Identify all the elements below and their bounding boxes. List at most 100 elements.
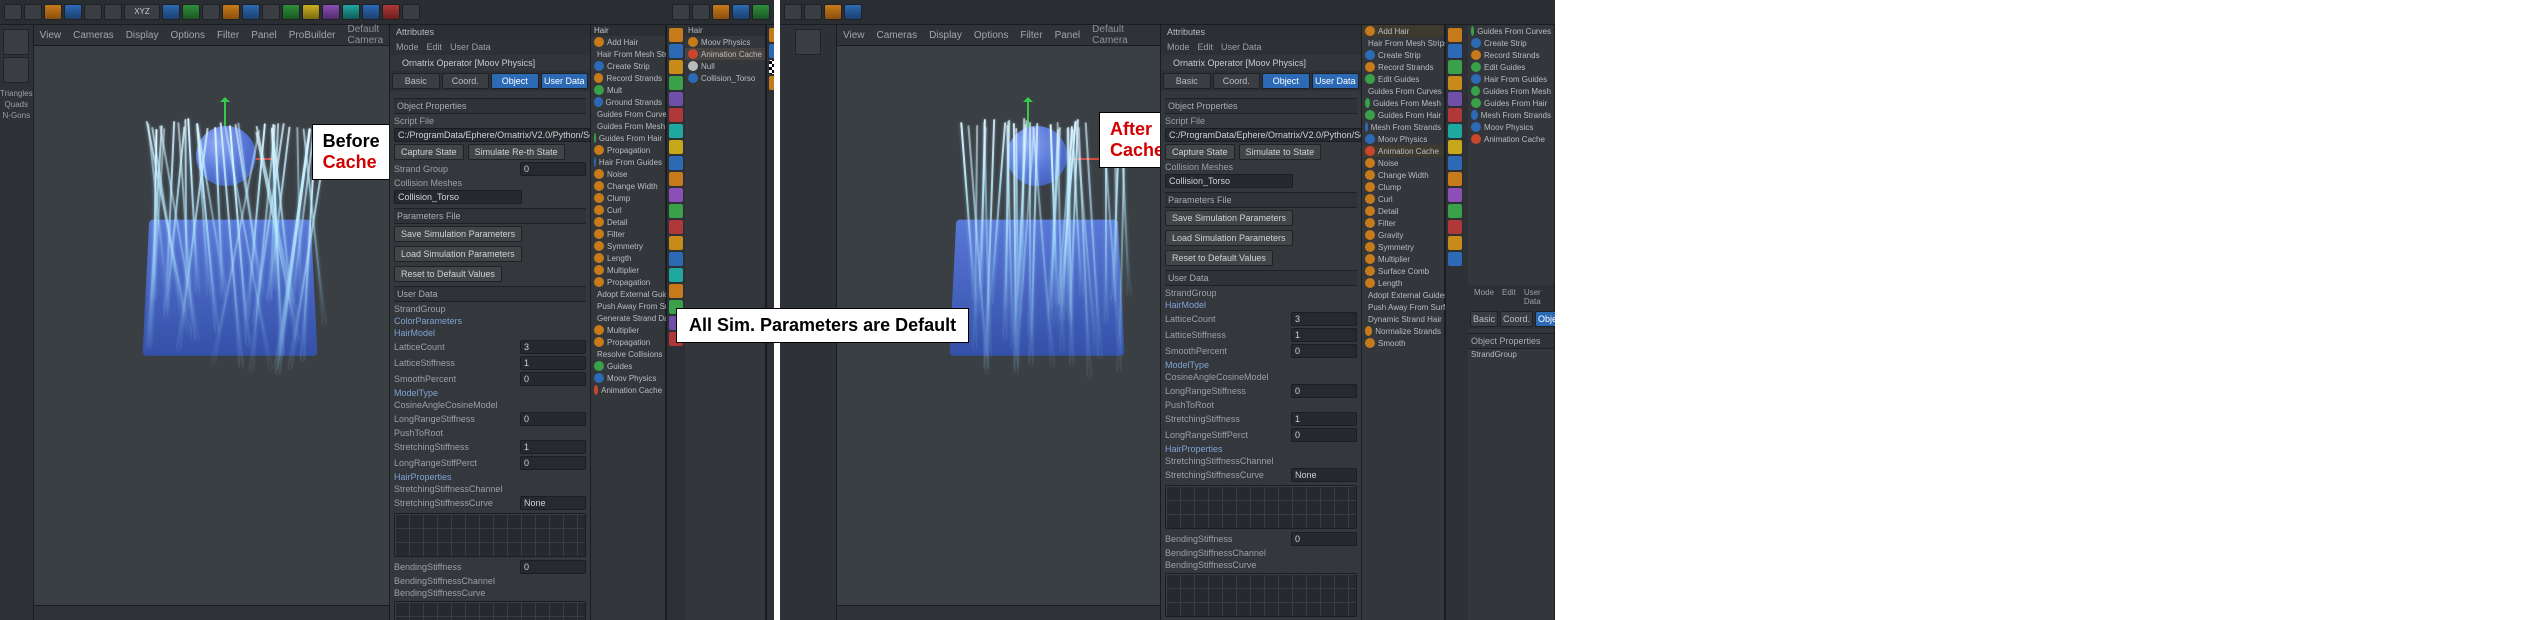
palette-icon[interactable] [669, 284, 683, 298]
xyz-icon[interactable]: XYZ [124, 4, 160, 20]
vp-menu-view[interactable]: View [40, 30, 62, 41]
palette-icon[interactable] [1448, 252, 1462, 266]
palette-icon[interactable] [1448, 60, 1462, 74]
palette-icon[interactable] [1448, 76, 1462, 90]
palette-icon[interactable] [769, 28, 774, 42]
field-select[interactable]: None [520, 496, 586, 510]
palette-icon[interactable] [669, 156, 683, 170]
field-input[interactable]: 0 [1291, 532, 1357, 546]
scene-item[interactable]: Animation Cache [1484, 135, 1545, 144]
curve-editor[interactable] [394, 601, 586, 620]
tree-item[interactable]: Guides From Curves [597, 110, 671, 119]
scene-item[interactable]: Edit Guides [1484, 63, 1525, 72]
tab-coord[interactable]: Coord. [442, 73, 490, 89]
palette-icon[interactable] [669, 220, 683, 234]
tree-item[interactable]: Detail [607, 218, 627, 227]
palette-icon[interactable] [1448, 220, 1462, 234]
palette-icon[interactable] [669, 92, 683, 106]
field-input[interactable]: 3 [1291, 312, 1357, 326]
vp-menu-options[interactable]: Options [974, 30, 1008, 41]
tree-item[interactable]: Change Width [607, 182, 658, 191]
layout-icon[interactable] [732, 4, 750, 20]
layer-item[interactable]: Multiplier [1378, 255, 1410, 264]
palette-icon[interactable] [669, 268, 683, 282]
tree-item[interactable]: Symmetry [607, 242, 643, 251]
vp-menu-panel[interactable]: Panel [1055, 30, 1081, 41]
palette-icon[interactable] [1448, 28, 1462, 42]
scene-item[interactable]: Mesh From Strands [1481, 111, 1551, 120]
palette-icon[interactable] [669, 28, 683, 42]
load-params-button[interactable]: Load Simulation Parameters [394, 246, 522, 262]
layer-item[interactable]: Hair From Mesh Strips [1368, 39, 1448, 48]
tree-item[interactable]: Moov Physics [607, 374, 656, 383]
scene-item[interactable]: Hair [688, 26, 703, 35]
tree-item[interactable]: Guides From Mesh [597, 122, 665, 131]
field-input[interactable]: 0 [520, 412, 586, 426]
layout-icon[interactable] [752, 4, 770, 20]
selection-tool[interactable] [795, 29, 821, 55]
tool-icon[interactable] [302, 4, 320, 20]
tree-item[interactable]: Length [607, 254, 631, 263]
layer-item[interactable]: Record Strands [1378, 63, 1434, 72]
layer-item[interactable]: Add Hair [1378, 27, 1409, 36]
tree-item[interactable]: Hair From Guides [599, 158, 662, 167]
palette-icon[interactable] [1448, 156, 1462, 170]
tool-icon[interactable] [44, 4, 62, 20]
viewport-3d[interactable]: Before Cache [34, 46, 389, 605]
attr-menu-edit[interactable]: Edit [1502, 288, 1516, 306]
palette-icon[interactable] [669, 76, 683, 90]
tree-item[interactable]: Resolve Collisions [597, 350, 662, 359]
tool-icon[interactable] [84, 4, 102, 20]
tool-icon[interactable] [322, 4, 340, 20]
script-file-input[interactable]: C:/ProgramData/Ephere/Ornatrix/V2.0/Pyth… [394, 128, 590, 142]
tab-basic[interactable]: Basic [1163, 73, 1211, 89]
scene-item[interactable]: Moov Physics [1484, 123, 1533, 132]
tool-icon[interactable] [262, 4, 280, 20]
tab-userdata[interactable]: User Data [1312, 73, 1360, 89]
vp-menu-filter[interactable]: Filter [217, 30, 239, 41]
tree-item[interactable]: Guides From Hair [599, 134, 662, 143]
palette-icon[interactable] [1448, 172, 1462, 186]
tab-coord[interactable]: Coord. [1213, 73, 1261, 89]
tree-item[interactable]: Generate Strand Data [597, 314, 675, 323]
palette-icon[interactable] [669, 108, 683, 122]
tree-item[interactable]: Propagation [607, 338, 650, 347]
palette-icon[interactable] [1448, 108, 1462, 122]
tree-item[interactable]: Filter [607, 230, 625, 239]
scene-item[interactable]: Create Strip [1484, 39, 1527, 48]
tree-item[interactable]: Noise [607, 170, 627, 179]
attr-menu-mode[interactable]: Mode [396, 42, 419, 52]
palette-icon[interactable] [669, 204, 683, 218]
palette-icon[interactable] [769, 76, 774, 90]
vp-menu-panel[interactable]: Panel [251, 30, 277, 41]
tab-object[interactable]: Object [491, 73, 539, 89]
tool-icon[interactable] [282, 4, 300, 20]
layer-item[interactable]: Change Width [1378, 171, 1429, 180]
tool-icon[interactable] [64, 4, 82, 20]
layer-item[interactable]: Detail [1378, 207, 1398, 216]
layer-item[interactable]: Normalize Strands [1375, 327, 1441, 336]
field-input[interactable]: 1 [1291, 412, 1357, 426]
tool-icon[interactable] [242, 4, 260, 20]
attr-menu-mode[interactable]: Mode [1474, 288, 1494, 306]
palette-icon[interactable] [669, 44, 683, 58]
script-file-input[interactable]: C:/ProgramData/Ephere/Ornatrix/V2.0/Pyth… [1165, 128, 1361, 142]
attr-menu-userdata[interactable]: User Data [450, 42, 491, 52]
tree-item[interactable]: Hair From Mesh Strips [597, 50, 677, 59]
scene-item[interactable]: Collision_Torso [701, 74, 755, 83]
tool-icon[interactable] [402, 4, 420, 20]
attr-menu-edit[interactable]: Edit [427, 42, 443, 52]
tree-item[interactable]: Multiplier [607, 326, 639, 335]
strand-group-input[interactable]: 0 [520, 162, 586, 176]
layout-icon[interactable] [692, 4, 710, 20]
field-input[interactable]: 1 [520, 356, 586, 370]
load-params-button[interactable]: Load Simulation Parameters [1165, 230, 1293, 246]
reset-params-button[interactable]: Reset to Default Values [1165, 250, 1273, 266]
tree-item[interactable]: Propagation [607, 146, 650, 155]
layer-item[interactable]: Smooth [1378, 339, 1406, 348]
tool-icon[interactable] [844, 4, 862, 20]
collision-mesh-field[interactable]: Collision_Torso [394, 190, 522, 204]
field-input[interactable]: 1 [1291, 328, 1357, 342]
move-tool[interactable] [3, 57, 29, 83]
vp-menu-cameras[interactable]: Cameras [73, 30, 114, 41]
